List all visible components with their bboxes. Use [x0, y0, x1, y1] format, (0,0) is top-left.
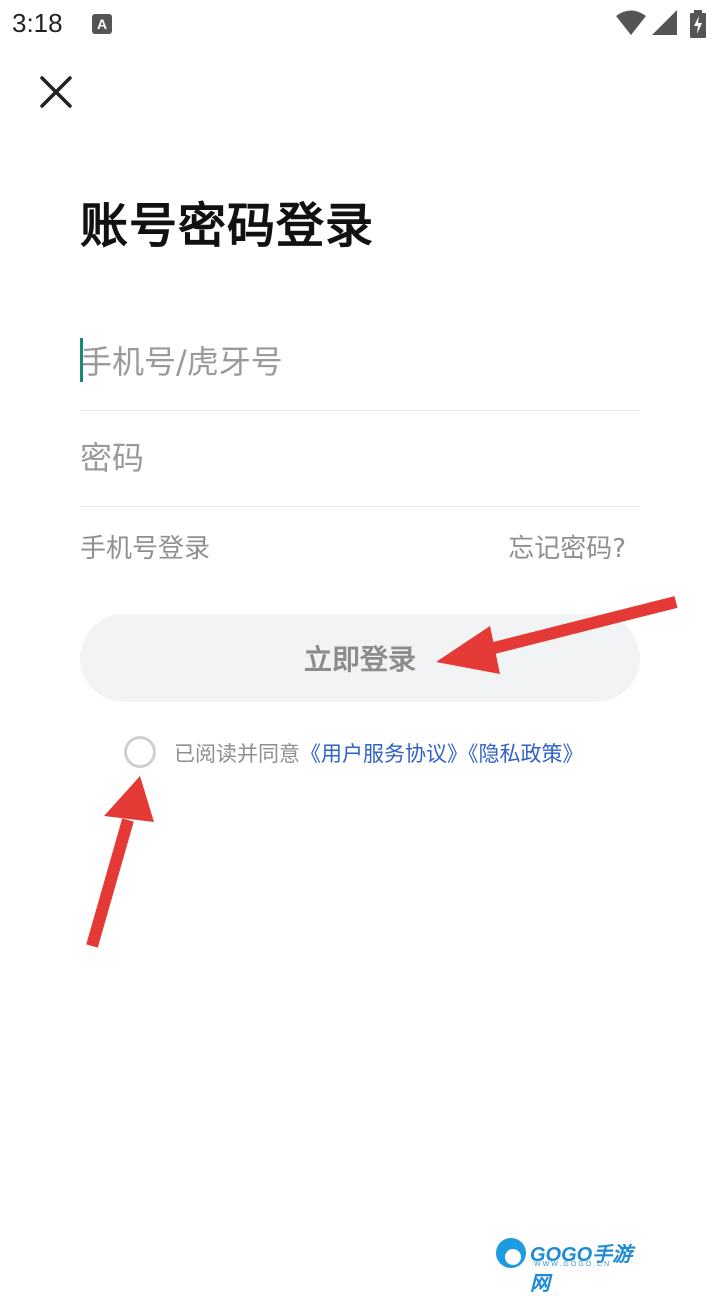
- agreement-text: 已阅读并同意《用户服务协议》《隐私政策》: [174, 738, 584, 768]
- password-input[interactable]: [80, 410, 640, 506]
- status-bar: 3:18 A: [0, 0, 720, 48]
- close-icon[interactable]: [36, 72, 76, 112]
- notification-a-icon: A: [92, 14, 112, 34]
- text-cursor: [80, 338, 83, 382]
- login-options-row: 手机号登录 忘记密码?: [80, 528, 640, 572]
- page-title: 账号密码登录: [80, 198, 375, 254]
- status-time: 3:18: [12, 8, 63, 38]
- agreement-checkbox[interactable]: [124, 736, 156, 768]
- annotation-arrow-to-checkbox: [86, 776, 154, 948]
- battery-charging-icon: [690, 10, 706, 38]
- svg-text:A: A: [97, 16, 107, 32]
- watermark-url: WWW.GOGO.CN: [534, 1261, 612, 1268]
- wifi-icon: [616, 10, 646, 35]
- gogo-logo-icon: [496, 1238, 526, 1268]
- user-agreement-link[interactable]: 《用户服务协议》: [300, 742, 468, 766]
- phone-field[interactable]: [80, 314, 640, 411]
- password-field[interactable]: [80, 410, 640, 507]
- privacy-policy-link[interactable]: 《隐私政策》: [468, 742, 584, 766]
- phone-input[interactable]: [80, 314, 640, 410]
- login-button[interactable]: 立即登录: [80, 614, 640, 702]
- watermark-logo: GOGO手游网 WWW.GOGO.CN: [494, 1234, 640, 1295]
- phone-login-link[interactable]: 手机号登录: [80, 528, 210, 565]
- agreement-row: 已阅读并同意《用户服务协议》《隐私政策》: [124, 734, 644, 770]
- forgot-password-link[interactable]: 忘记密码?: [508, 528, 626, 565]
- agreement-prefix: 已阅读并同意: [174, 742, 300, 766]
- signal-icon: [652, 10, 677, 35]
